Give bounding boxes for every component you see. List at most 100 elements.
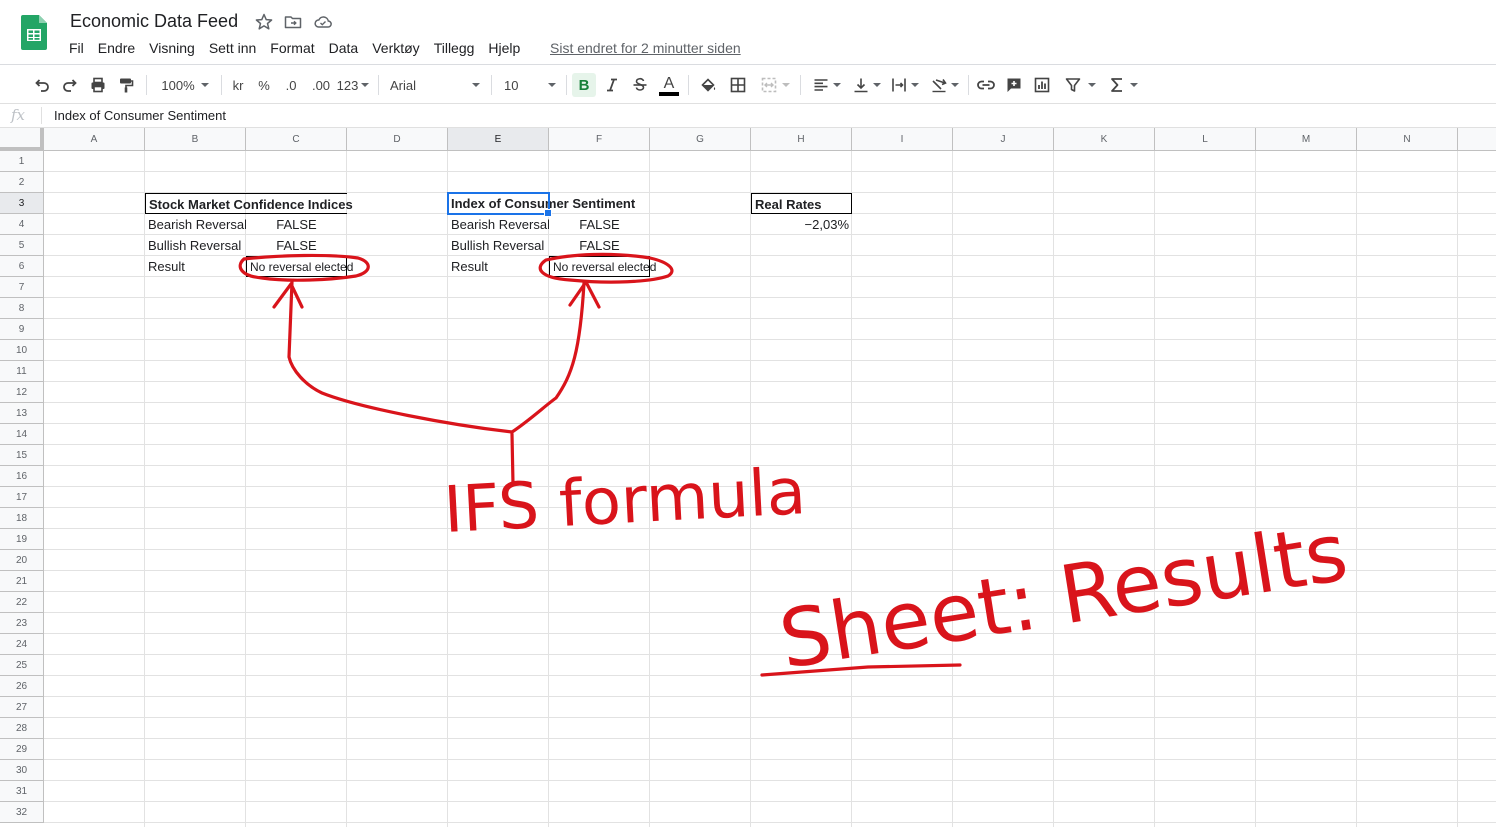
menu-help[interactable]: Hjelp (481, 38, 527, 58)
column-header-m[interactable]: M (1256, 128, 1357, 151)
bold-button[interactable]: B (572, 73, 596, 97)
insert-comment-icon[interactable] (1002, 73, 1026, 97)
cell-b4[interactable]: Bearish Reversal (145, 214, 246, 235)
column-header-c[interactable]: C (246, 128, 347, 151)
row-header[interactable]: 14 (0, 424, 44, 445)
cell-b3[interactable]: Stock Market Confidence Indices (145, 193, 353, 214)
column-header-a[interactable]: A (44, 128, 145, 151)
row-header[interactable]: 4 (0, 214, 44, 235)
row-header[interactable]: 22 (0, 592, 44, 613)
row-header[interactable]: 20 (0, 550, 44, 571)
cell-b5[interactable]: Bullish Reversal (145, 235, 246, 256)
move-folder-icon[interactable] (283, 12, 303, 32)
cell-c4[interactable]: FALSE (246, 214, 347, 235)
zoom-select[interactable]: 100% (156, 73, 214, 97)
menu-file[interactable]: Fil (62, 38, 91, 58)
column-header-i[interactable]: I (852, 128, 953, 151)
row-header[interactable]: 31 (0, 781, 44, 802)
filter-icon[interactable] (1060, 73, 1100, 97)
borders-icon[interactable] (726, 73, 750, 97)
print-icon[interactable] (86, 73, 110, 97)
horizontal-align-icon[interactable] (808, 73, 844, 97)
cell-h3[interactable]: Real Rates (751, 193, 852, 214)
column-header-d[interactable]: D (347, 128, 448, 151)
column-header-j[interactable]: J (953, 128, 1054, 151)
star-icon[interactable] (254, 12, 274, 32)
font-select[interactable]: Arial (386, 73, 484, 97)
row-header[interactable]: 17 (0, 487, 44, 508)
cell-f4[interactable]: FALSE (549, 214, 650, 235)
sheets-logo-icon[interactable] (21, 15, 47, 50)
row-header[interactable]: 1 (0, 151, 44, 172)
fill-color-icon[interactable] (696, 73, 720, 97)
column-header-f[interactable]: F (549, 128, 650, 151)
row-header[interactable]: 24 (0, 634, 44, 655)
cell-e4[interactable]: Bearish Reversal (448, 214, 549, 235)
text-color-button[interactable]: A (656, 73, 682, 97)
font-size-select[interactable]: 10 (500, 73, 560, 97)
cell-h4[interactable]: −2,03% (751, 214, 852, 235)
column-header-b[interactable]: B (145, 128, 246, 151)
merge-cells-icon[interactable] (756, 73, 794, 97)
row-header[interactable]: 7 (0, 277, 44, 298)
row-header[interactable]: 21 (0, 571, 44, 592)
increase-decimal-button[interactable]: .00 (308, 73, 334, 97)
column-header-l[interactable]: L (1155, 128, 1256, 151)
strikethrough-icon[interactable] (628, 73, 652, 97)
text-rotation-icon[interactable] (926, 73, 962, 97)
document-title[interactable]: Economic Data Feed (70, 11, 238, 32)
row-header[interactable]: 27 (0, 697, 44, 718)
formula-input[interactable]: Index of Consumer Sentiment (54, 108, 226, 123)
menu-addons[interactable]: Tillegg (427, 38, 482, 58)
percent-button[interactable]: % (254, 73, 274, 97)
row-header[interactable]: 25 (0, 655, 44, 676)
last-edit-link[interactable]: Sist endret for 2 minutter siden (550, 38, 741, 58)
row-header[interactable]: 5 (0, 235, 44, 256)
italic-icon[interactable] (600, 73, 624, 97)
cell-c5[interactable]: FALSE (246, 235, 347, 256)
row-header[interactable]: 26 (0, 676, 44, 697)
cell-e6[interactable]: Result (448, 256, 549, 277)
row-header[interactable]: 15 (0, 445, 44, 466)
spreadsheet-grid[interactable]: A B C D E F G H I J K L M N 1 2 3 4 5 6 … (0, 128, 1496, 827)
insert-chart-icon[interactable] (1030, 73, 1054, 97)
row-header[interactable]: 6 (0, 256, 44, 277)
row-header[interactable]: 30 (0, 760, 44, 781)
menu-edit[interactable]: Endre (91, 38, 142, 58)
row-header[interactable]: 10 (0, 340, 44, 361)
redo-icon[interactable] (58, 73, 82, 97)
row-header[interactable]: 29 (0, 739, 44, 760)
row-header[interactable]: 9 (0, 319, 44, 340)
row-header[interactable]: 32 (0, 802, 44, 823)
insert-link-icon[interactable] (974, 73, 998, 97)
column-header-n[interactable]: N (1357, 128, 1458, 151)
menu-view[interactable]: Visning (142, 38, 202, 58)
cell-e5[interactable]: Bullish Reversal (448, 235, 549, 256)
column-header-h[interactable]: H (751, 128, 852, 151)
column-header-e[interactable]: E (448, 128, 549, 151)
menu-insert[interactable]: Sett inn (202, 38, 263, 58)
row-header[interactable]: 23 (0, 613, 44, 634)
row-header[interactable]: 11 (0, 361, 44, 382)
cell-f6[interactable]: No reversal elected (549, 256, 656, 277)
menu-data[interactable]: Data (322, 38, 366, 58)
row-header[interactable]: 28 (0, 718, 44, 739)
cloud-saved-icon[interactable] (313, 12, 333, 32)
menu-tools[interactable]: Verktøy (365, 38, 426, 58)
row-header[interactable]: 2 (0, 172, 44, 193)
row-header[interactable]: 12 (0, 382, 44, 403)
functions-icon[interactable] (1106, 73, 1140, 97)
column-header-k[interactable]: K (1054, 128, 1155, 151)
cell-f5[interactable]: FALSE (549, 235, 650, 256)
cell-b6[interactable]: Result (145, 256, 246, 277)
row-header[interactable]: 18 (0, 508, 44, 529)
paint-format-icon[interactable] (114, 73, 138, 97)
row-header[interactable]: 13 (0, 403, 44, 424)
more-formats-select[interactable]: 123 (336, 73, 370, 97)
select-all-corner[interactable] (0, 128, 44, 151)
text-wrapping-icon[interactable] (886, 73, 922, 97)
row-header[interactable]: 8 (0, 298, 44, 319)
row-header[interactable]: 16 (0, 466, 44, 487)
decrease-decimal-button[interactable]: .0 (280, 73, 302, 97)
cell-c6[interactable]: No reversal elected (246, 256, 353, 277)
